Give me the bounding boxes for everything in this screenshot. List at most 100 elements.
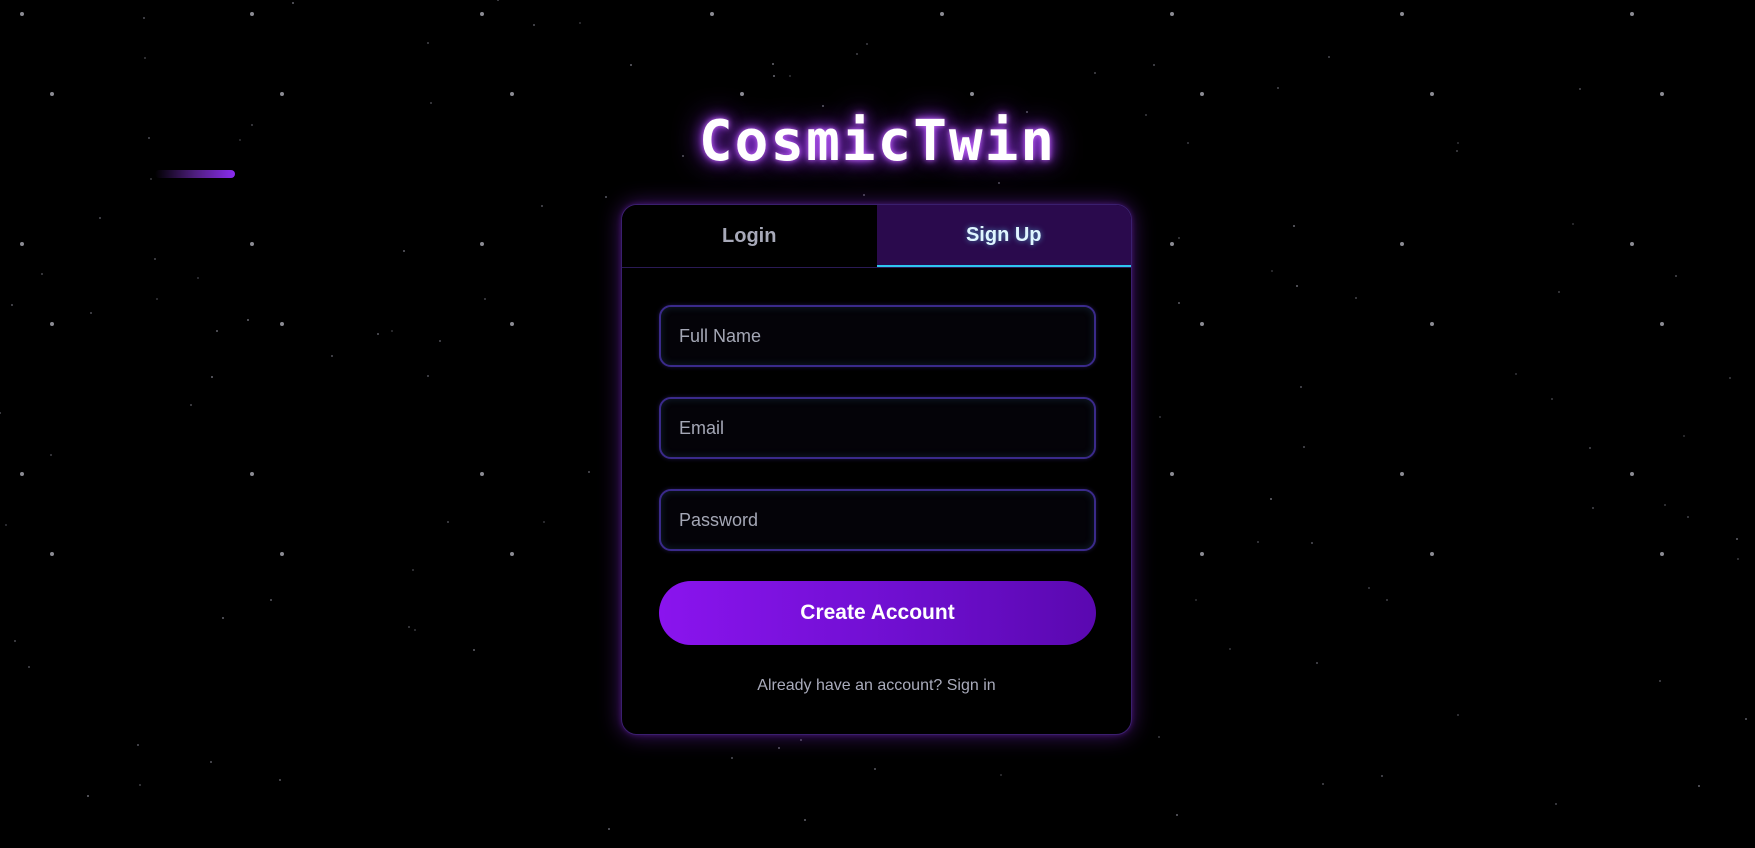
star [1736, 538, 1738, 540]
star [292, 2, 294, 4]
star [1094, 72, 1096, 74]
tab-sign-up[interactable]: Sign Up [876, 205, 1131, 267]
star [99, 217, 101, 219]
star [822, 105, 824, 107]
star [1430, 322, 1434, 326]
star [137, 744, 139, 746]
star [41, 273, 43, 275]
star [156, 298, 158, 300]
star [1381, 775, 1383, 777]
star [804, 819, 806, 821]
star [484, 298, 486, 300]
star [280, 322, 284, 326]
star [447, 521, 449, 523]
star [1660, 92, 1664, 96]
star [1729, 377, 1731, 379]
star [1687, 516, 1689, 518]
star [250, 242, 254, 246]
star [1303, 446, 1305, 448]
star [866, 43, 868, 45]
star [1270, 498, 1272, 500]
star [1257, 541, 1259, 543]
star [1170, 472, 1174, 476]
tab-login[interactable]: Login [622, 205, 877, 267]
star [87, 795, 89, 797]
star [1176, 814, 1178, 816]
star [863, 194, 865, 196]
star [1659, 680, 1661, 682]
star [510, 322, 514, 326]
star [90, 312, 92, 314]
brand-title: CosmicTwin [698, 109, 1057, 174]
star [1178, 302, 1180, 304]
star [270, 599, 272, 601]
star [1592, 507, 1594, 509]
create-account-button[interactable]: Create Account [659, 581, 1096, 645]
star [1457, 714, 1459, 716]
star [1555, 803, 1557, 805]
star [473, 649, 475, 651]
star [1515, 373, 1517, 375]
star [1328, 56, 1330, 58]
star [1159, 416, 1161, 418]
star [1630, 472, 1634, 476]
star [1683, 435, 1685, 437]
star [1675, 275, 1677, 277]
star [1737, 558, 1739, 560]
star [1158, 736, 1160, 738]
star [1551, 398, 1553, 400]
star [143, 17, 145, 19]
star [541, 205, 543, 207]
star [280, 92, 284, 96]
star [731, 757, 733, 759]
star [250, 472, 254, 476]
star [1170, 12, 1174, 16]
email-input[interactable] [659, 397, 1096, 459]
star [1200, 552, 1204, 556]
star [391, 330, 393, 332]
star [1368, 587, 1370, 589]
star [50, 322, 54, 326]
star [1579, 88, 1581, 90]
star [510, 92, 514, 96]
star [1572, 223, 1574, 225]
star [1745, 718, 1747, 720]
star [11, 304, 13, 306]
star [1271, 270, 1273, 272]
star [1195, 599, 1197, 601]
star [50, 92, 54, 96]
star [1316, 662, 1318, 664]
full-name-input[interactable] [659, 305, 1096, 367]
star [1400, 472, 1404, 476]
star [1430, 92, 1434, 96]
star [20, 472, 24, 476]
auth-card: Login Sign Up Create Account Already hav… [621, 204, 1132, 735]
star [414, 629, 416, 631]
star [1664, 504, 1666, 506]
star [20, 12, 24, 16]
star [970, 92, 974, 96]
star [874, 768, 876, 770]
star [154, 258, 156, 260]
star [377, 333, 379, 335]
star [427, 42, 429, 44]
star [1000, 774, 1002, 776]
star [210, 761, 212, 763]
star [1200, 322, 1204, 326]
star [1660, 552, 1664, 556]
star [1386, 599, 1388, 601]
sign-in-link[interactable]: Already have an account? Sign in [659, 677, 1094, 695]
star [480, 12, 484, 16]
star [1153, 64, 1155, 66]
star [222, 617, 224, 619]
star [0, 412, 1, 414]
star [247, 319, 249, 321]
star [630, 64, 632, 66]
star [150, 178, 152, 180]
star [1430, 552, 1434, 556]
password-input[interactable] [659, 489, 1096, 551]
star [439, 340, 441, 342]
star [1698, 785, 1700, 787]
star [280, 552, 284, 556]
star [497, 0, 499, 1]
